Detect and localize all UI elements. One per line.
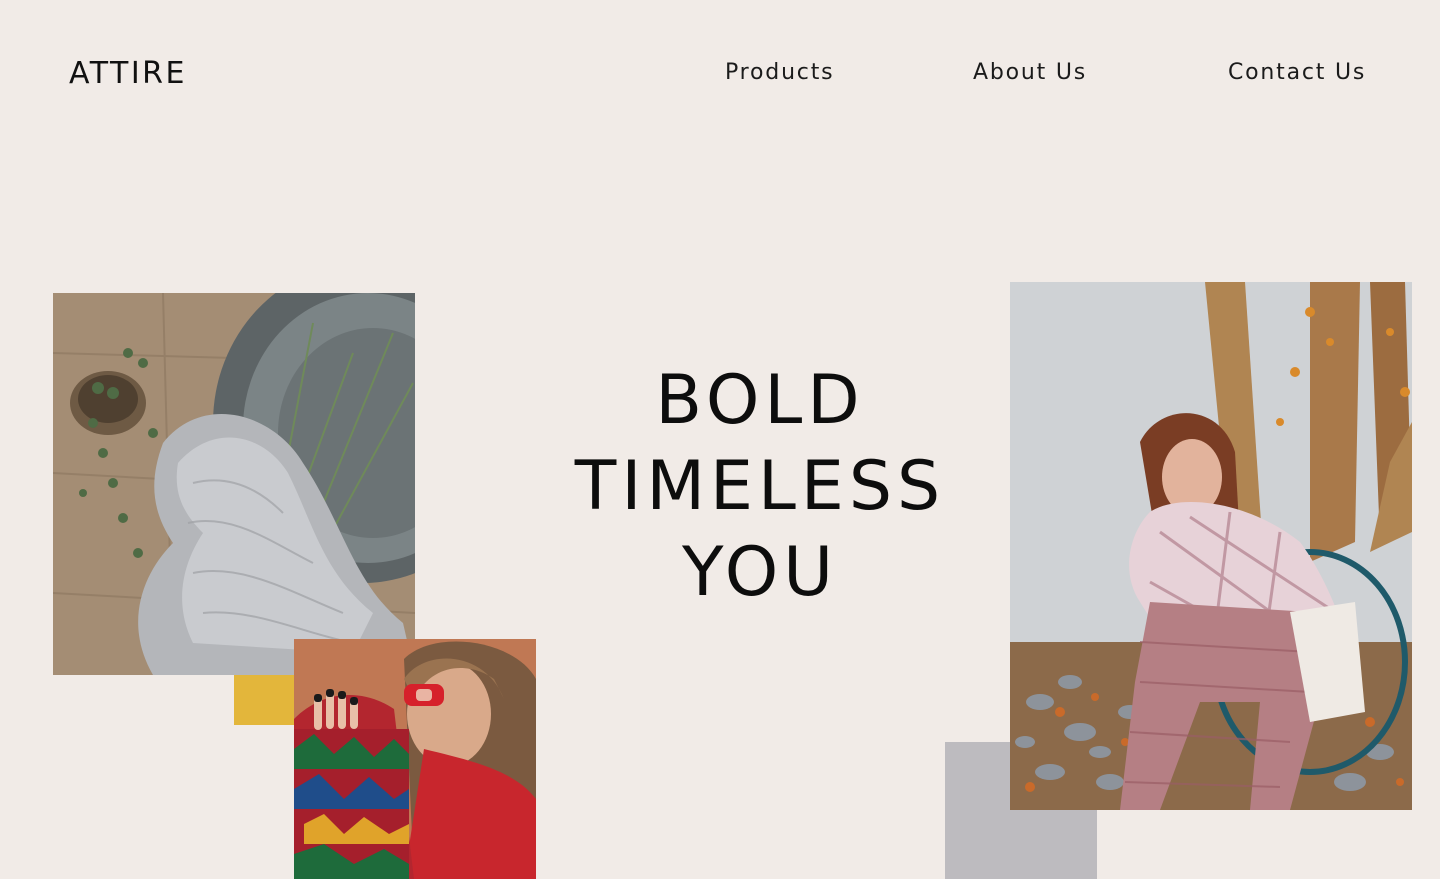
red-sweater-photo bbox=[294, 639, 536, 879]
hero-line-3: YOU bbox=[681, 533, 839, 612]
hero-line-1: BOLD bbox=[655, 361, 865, 440]
decorative-yellow-block bbox=[234, 675, 296, 725]
hero-headline: BOLD TIMELESS YOU bbox=[540, 358, 980, 616]
seated-woman-photo bbox=[1010, 282, 1412, 810]
nav-link-products[interactable]: Products bbox=[725, 60, 834, 85]
hero-line-2: TIMELESS bbox=[574, 447, 946, 526]
nav-link-contact-us[interactable]: Contact Us bbox=[1228, 60, 1366, 85]
knitwear-photo bbox=[53, 293, 415, 675]
brand-logo[interactable]: ATTIRE bbox=[69, 56, 187, 91]
nav-link-about-us[interactable]: About Us bbox=[973, 60, 1087, 85]
landing-page: ATTIRE Products About Us Contact Us BOLD… bbox=[0, 0, 1440, 879]
